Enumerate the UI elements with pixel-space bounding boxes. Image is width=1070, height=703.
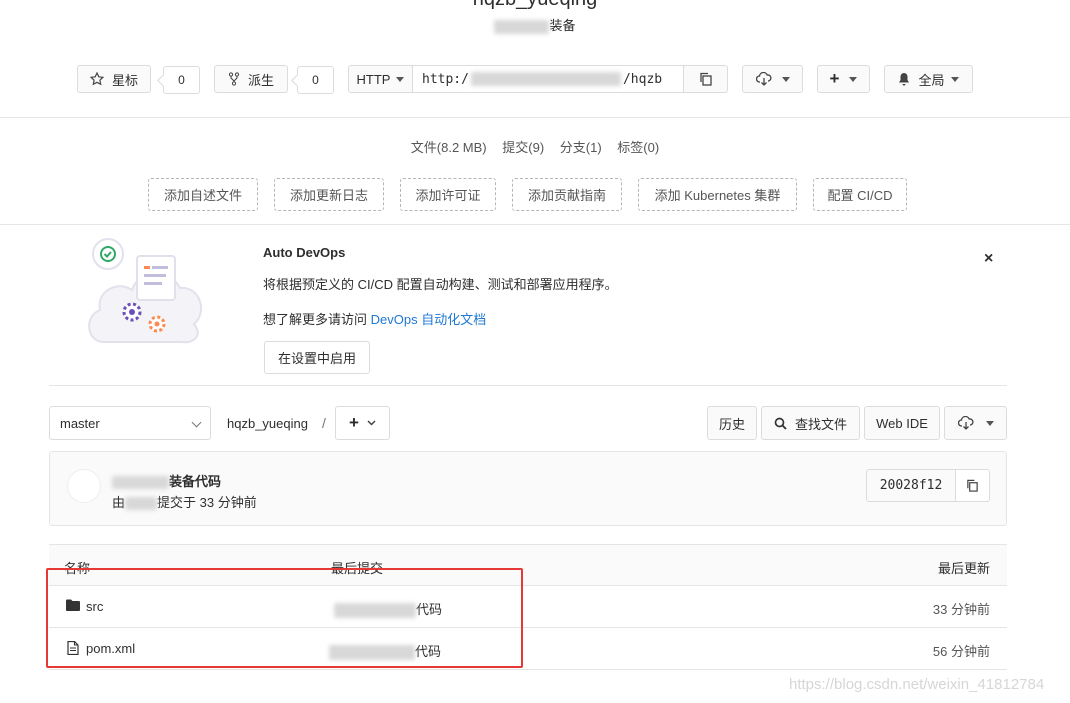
avatar[interactable] (67, 469, 101, 503)
add-license-button[interactable]: 添加许可证 (400, 178, 496, 211)
project-title: hqzb_yueqing (0, 0, 1070, 11)
history-button[interactable]: 历史 (707, 406, 757, 440)
add-kubernetes-button[interactable]: 添加 Kubernetes 集群 (638, 178, 797, 211)
watermark: https://blog.csdn.net/weixin_41812784 (789, 676, 1045, 693)
redacted-text (494, 19, 550, 34)
search-icon (774, 417, 787, 430)
new-dropdown[interactable]: + (817, 65, 870, 93)
devops-docs-link[interactable]: DevOps 自动化文档 (371, 312, 487, 327)
caret-down-icon (849, 76, 858, 82)
commit-title[interactable]: 装备代码 (112, 471, 221, 490)
notification-label: 全局 (918, 72, 945, 88)
copy-sha-button[interactable] (955, 469, 990, 502)
close-icon[interactable]: × (984, 250, 993, 268)
protocol-label: HTTP (356, 71, 391, 87)
enable-in-settings-button[interactable]: 在设置中启用 (264, 341, 370, 374)
download-dropdown[interactable] (944, 406, 1007, 440)
breadcrumb-separator: / (322, 415, 326, 431)
highlight-annotation (46, 568, 523, 668)
fork-count[interactable]: 0 (297, 66, 334, 94)
chevron-down-icon (367, 420, 376, 426)
clone-url-end: /hqzb (622, 71, 663, 87)
clone-url-input[interactable]: http:/ /hqzb (412, 65, 684, 93)
redacted-text (112, 476, 169, 490)
star-icon (89, 72, 104, 86)
devops-more-prefix: 想了解更多请访问 (263, 312, 371, 327)
star-label: 星标 (111, 72, 138, 88)
commit-message-text: 装备代码 (169, 474, 222, 489)
tags-link[interactable]: 标签(0) (617, 140, 659, 155)
fork-button[interactable]: 派生 (214, 65, 288, 93)
web-ide-button[interactable]: Web IDE (864, 406, 940, 440)
commit-sha[interactable]: 20028f12 (866, 469, 956, 502)
commits-link[interactable]: 提交(9) (502, 140, 544, 155)
breadcrumb-path[interactable]: hqzb_yueqing (227, 416, 308, 431)
files-link[interactable]: 文件(8.2 MB) (411, 140, 487, 155)
branch-name: master (60, 415, 100, 431)
fork-label: 派生 (247, 72, 274, 88)
setup-cicd-button[interactable]: 配置 CI/CD (813, 178, 907, 211)
branches-link[interactable]: 分支(1) (560, 140, 602, 155)
find-file-button[interactable]: 查找文件 (761, 406, 860, 440)
copy-icon (699, 72, 713, 86)
fork-icon (228, 72, 240, 86)
devops-more-info: 想了解更多请访问 DevOps 自动化文档 (263, 309, 486, 328)
devops-illustration (82, 236, 207, 351)
clone-url-start: http:/ (422, 71, 469, 87)
add-readme-button[interactable]: 添加自述文件 (148, 178, 258, 211)
commit-time: 提交于 33 分钟前 (157, 495, 257, 510)
copy-url-button[interactable] (683, 65, 728, 93)
branch-select[interactable]: master (49, 406, 211, 440)
divider (0, 224, 1070, 225)
caret-down-icon (396, 76, 405, 82)
devops-description: 将根据预定义的 CI/CD 配置自动构建、测试和部署应用程序。 (263, 277, 618, 292)
cloud-download-icon (755, 72, 772, 86)
redacted-text (125, 497, 158, 511)
redacted-text (470, 72, 621, 86)
cloud-download-icon (957, 416, 974, 430)
add-changelog-button[interactable]: 添加更新日志 (274, 178, 384, 211)
project-description-text: 装备 (549, 18, 576, 33)
devops-title: Auto DevOps (263, 245, 346, 260)
last-commit-panel: 装备代码 由 提交于 33 分钟前 20028f12 (49, 451, 1007, 526)
download-dropdown[interactable] (742, 65, 803, 93)
protocol-select[interactable]: HTTP (348, 65, 413, 93)
star-button[interactable]: 星标 (77, 65, 151, 93)
add-to-tree-dropdown[interactable]: + (335, 406, 390, 440)
add-contributing-button[interactable]: 添加贡献指南 (512, 178, 622, 211)
project-stats: 文件(8.2 MB) 提交(9) 分支(1) 标签(0) (0, 137, 1070, 156)
column-last-update: 最后更新 (937, 561, 990, 576)
divider (0, 117, 1070, 118)
chevron-down-icon (191, 417, 202, 428)
divider (49, 385, 1007, 386)
caret-down-icon (950, 76, 959, 82)
project-description: 装备 (0, 15, 1070, 34)
plus-icon: + (349, 413, 359, 432)
caret-down-icon (781, 76, 790, 82)
caret-down-icon (985, 420, 994, 426)
star-count[interactable]: 0 (163, 66, 200, 94)
bell-icon (898, 72, 910, 86)
notification-dropdown[interactable]: 全局 (884, 65, 973, 93)
last-update-time: 56 分钟前 (932, 644, 990, 659)
plus-icon: + (829, 69, 840, 88)
find-file-label: 查找文件 (794, 416, 847, 432)
copy-icon (966, 479, 979, 492)
commit-meta: 由 提交于 33 分钟前 (112, 492, 257, 511)
last-update-time: 33 分钟前 (932, 602, 990, 617)
commit-author-prefix: 由 (112, 495, 126, 510)
